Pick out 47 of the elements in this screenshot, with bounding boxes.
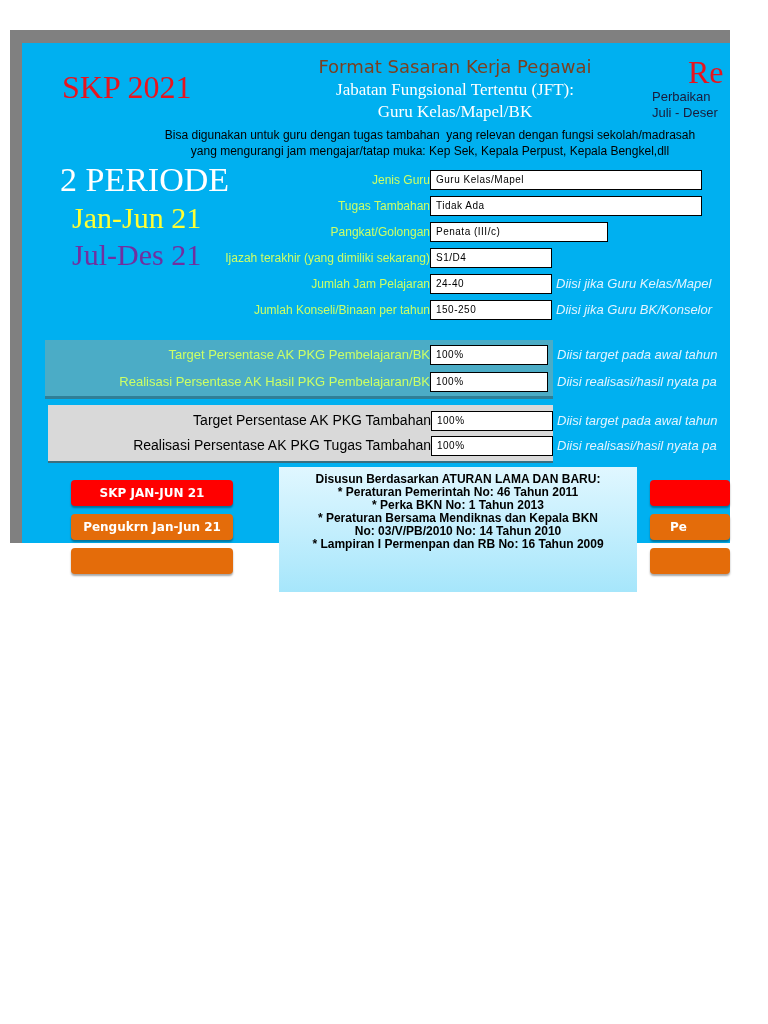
form-subtitle: Guru Kelas/Mapel/BK (377, 101, 533, 123)
input-field[interactable]: 150-250 (430, 299, 552, 320)
hint-text: Diisi realisasi/hasil nyata pa (557, 372, 717, 391)
input-field[interactable]: Guru Kelas/Mapel (430, 169, 702, 190)
hint-text: Diisi jika Guru BK/Konselor (556, 300, 713, 319)
field-label: Jumlah Konseli/Binaan per tahun (253, 301, 430, 319)
input-field[interactable]: 24-40 (430, 273, 552, 294)
input-field[interactable]: Penata (III/c) (430, 221, 608, 242)
sheet-button[interactable] (650, 548, 730, 574)
description-text: Bisa digunakan untuk guru dengan tugas tambahan yang relevan dengan fungsi sekolah/madrasah (164, 127, 696, 143)
field-label: Jenis Guru (371, 171, 430, 189)
input-field[interactable]: 100% (430, 344, 548, 365)
form-subtitle: Jabatan Fungsional Tertentu (JFT): (336, 79, 574, 101)
sheet-button[interactable] (650, 480, 730, 506)
form-title: Format Sasaran Kerja Pegawai (318, 55, 592, 79)
revision-text: Juli - Deser (652, 105, 719, 121)
info-text: * Lampiran I Permenpan dan RB No: 16 Tahun 2009 (312, 538, 604, 551)
info-text: * Peraturan Bersama Mendiknas dan Kepala BKN (317, 512, 599, 525)
info-text: * Perka BKN No: 1 Tahun 2013 (372, 499, 544, 512)
revision-text: Perbaikan (652, 89, 712, 105)
field-label: Pangkat/Golongan (330, 223, 430, 241)
revision-title: Re (687, 55, 724, 89)
info-text: * Peraturan Pemerintah No: 46 Tahun 2011 (337, 486, 579, 499)
info-text: Disusun Berdasarkan ATURAN LAMA DAN BARU: (315, 473, 601, 486)
field-label: Realisasi Persentase AK Hasil PKG Pembelajaran/BK (119, 372, 430, 391)
hint-text: Diisi target pada awal tahun (557, 411, 718, 430)
field-label: Target Persentase AK PKG Tambahan (193, 411, 431, 430)
sheet-button[interactable]: SKP JAN-JUN 21 (71, 480, 233, 506)
info-text: No: 03/V/PB/2010 No: 14 Tahun 2010 (354, 525, 562, 538)
field-label: Realisasi Persentase AK PKG Tugas Tambahan (133, 436, 431, 455)
hint-text: Diisi realisasi/hasil nyata pa (557, 436, 717, 455)
input-field[interactable]: S1/D4 (430, 247, 552, 268)
input-field[interactable]: 100% (431, 435, 553, 456)
field-label: Ijazah terakhir (yang dimiliki sekarang) (225, 249, 430, 267)
skp-title: SKP 2021 (62, 69, 192, 105)
period-heading: 2 PERIODE (60, 161, 230, 199)
period-label: Jan-Jun 21 (72, 200, 203, 236)
field-label: Tugas Tambahan (337, 197, 430, 215)
input-field[interactable]: 100% (430, 371, 548, 392)
field-label: Target Persentase AK PKG Pembelajaran/BK (168, 345, 430, 364)
input-field[interactable]: Tidak Ada (430, 195, 702, 216)
hint-text: Diisi target pada awal tahun (557, 345, 718, 364)
description-text: yang mengurangi jam mengajar/tatap muka: Kep Sek, Kepala Perpust, Kepala Bengkel,dll (190, 143, 670, 159)
sheet-button[interactable] (71, 548, 233, 574)
field-label: Jumlah Jam Pelajaran (311, 275, 430, 293)
hint-text: Diisi jika Guru Kelas/Mapel (556, 274, 712, 293)
input-field[interactable]: 100% (431, 410, 553, 431)
